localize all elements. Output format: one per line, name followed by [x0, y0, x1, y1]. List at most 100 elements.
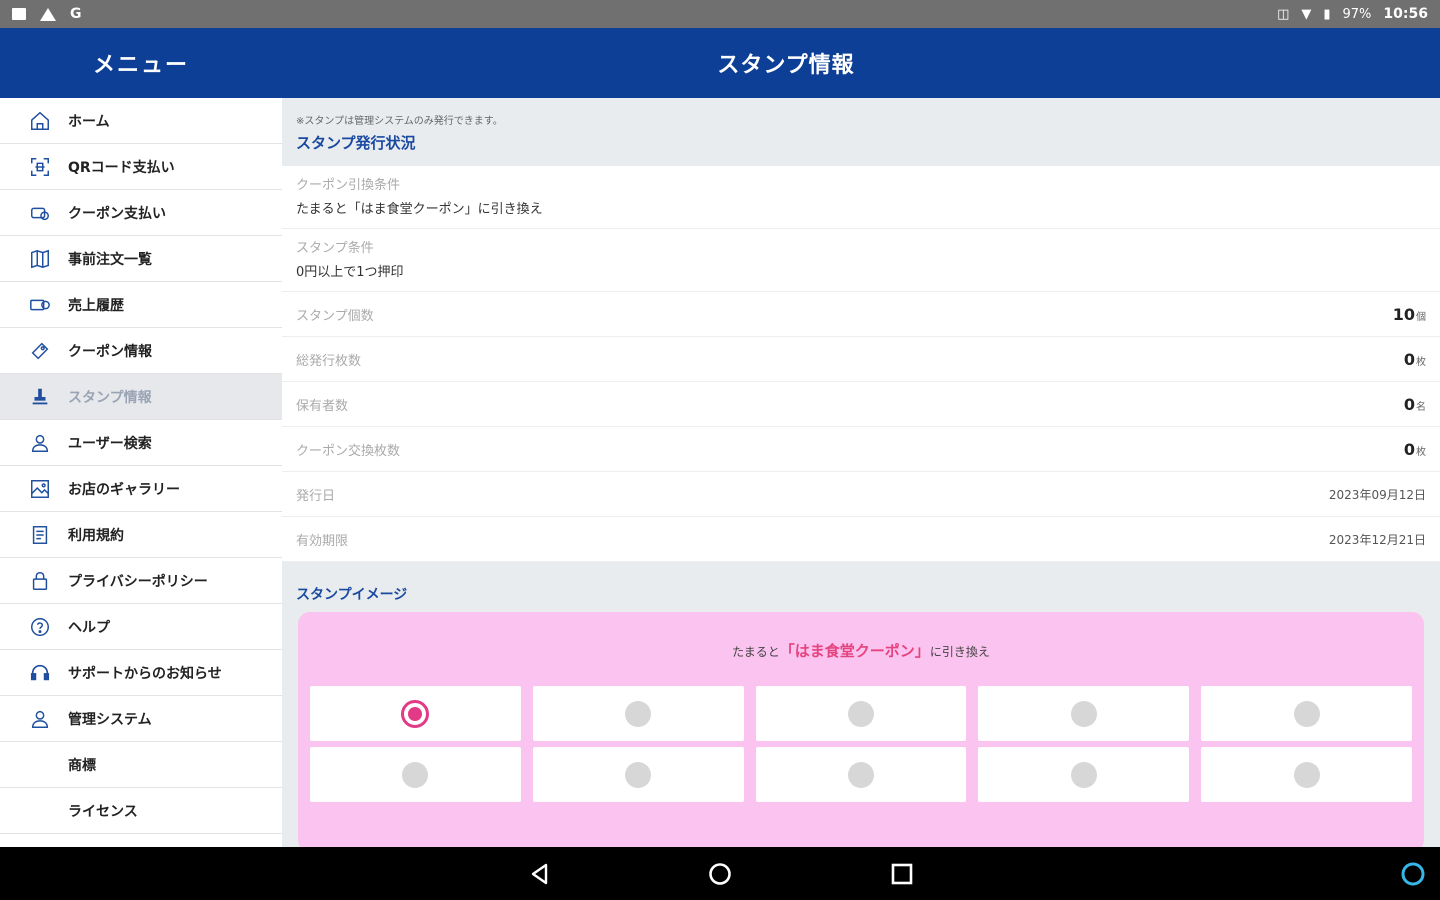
stamp-slot [310, 747, 521, 802]
terms-icon [28, 523, 52, 547]
sidebar-item-trademark[interactable]: 商標 [0, 742, 282, 788]
stamp-grid [310, 686, 1412, 802]
sidebar-item-qr-payment[interactable]: QRコード支払い [0, 144, 282, 190]
sidebar-item-label: サポートからのお知らせ [68, 665, 222, 682]
sidebar-item-label: クーポン支払い [68, 205, 166, 222]
page-title: スタンプ情報 [717, 53, 855, 78]
issue-date-row: 発行日 2023年09月12日 [282, 472, 1440, 517]
sidebar-item-label: 商標 [68, 757, 96, 774]
row-value: 0枚 [1403, 439, 1426, 459]
person-icon [28, 707, 52, 731]
row-value: 2023年12月21日 [1328, 532, 1426, 547]
row-label: 発行日 [296, 488, 336, 504]
issue-section-title: スタンプ発行状況 [296, 134, 416, 152]
sidebar-item-label: 事前注文一覧 [68, 251, 152, 268]
stamp-card: たまると「はま食堂クーポン」に引き換え [298, 612, 1424, 847]
row-label: 有効期限 [296, 533, 349, 549]
home-circle-icon[interactable] [707, 861, 733, 887]
sidebar-item-admin-system[interactable]: 管理システム [0, 696, 282, 742]
sidebar-item-home[interactable]: ホーム [0, 98, 282, 144]
expiry-date-row: 有効期限 2023年12月21日 [282, 517, 1440, 562]
sidebar-item-help[interactable]: ヘルプ [0, 604, 282, 650]
coupon-name: 「はま食堂クーポン」 [779, 642, 930, 660]
sidebar-item-coupon-payment[interactable]: クーポン支払い [0, 190, 282, 236]
sidebar-item-stamp-info[interactable]: スタンプ情報 [0, 374, 282, 420]
row-label: クーポン交換枚数 [296, 443, 401, 459]
row-value: 2023年09月12日 [1328, 487, 1426, 502]
clock: 10:56 [1383, 6, 1428, 22]
stamp-slot [755, 747, 967, 802]
coupon-condition-label: クーポン引換条件 [296, 178, 401, 193]
status-right: ◫ ▼ ▮ 97% 10:56 [1277, 6, 1428, 22]
sales-icon [28, 293, 52, 317]
sidebar-item-user-search[interactable]: ユーザー検索 [0, 420, 282, 466]
holders-row: 保有者数 0名 [282, 382, 1440, 427]
sidebar-item-label: お店のギャラリー [68, 481, 180, 498]
vibrate-icon: ◫ [1277, 6, 1290, 22]
empty-stamp-dot [1070, 700, 1097, 727]
app-header: メニュー スタンプ情報 [0, 28, 1440, 98]
issue-notice: ※スタンプは管理システムのみ発行できます。 [296, 116, 503, 127]
row-label: 保有者数 [296, 398, 349, 414]
stamp-slot [310, 686, 521, 741]
map-icon [28, 247, 52, 271]
row-value: 0名 [1403, 394, 1426, 414]
sidebar-item-terms[interactable]: 利用規約 [0, 512, 282, 558]
empty-stamp-dot [402, 761, 429, 788]
status-left: G [12, 6, 82, 22]
sidebar-item-license[interactable]: ライセンス [0, 788, 282, 834]
lock-icon [28, 569, 52, 593]
headset-icon [28, 661, 52, 685]
stamp-count-row: スタンプ個数 10個 [282, 292, 1440, 337]
sidebar-item-label: 売上履歴 [68, 297, 124, 314]
help-icon [28, 615, 52, 639]
row-label: 総発行枚数 [296, 353, 362, 369]
stamp-image-section-title: スタンプイメージ [296, 587, 408, 603]
sidebar-item-label: スタンプ情報 [68, 389, 152, 406]
battery-icon: ▮ [1323, 6, 1331, 22]
coupon-condition-value: たまると「はま食堂クーポン」に引き換え [282, 192, 1440, 229]
total-issued-row: 総発行枚数 0枚 [282, 337, 1440, 382]
sidebar-item-label: ホーム [68, 113, 110, 130]
stamped-mark-icon [401, 699, 430, 728]
coupon-pay-icon [28, 201, 52, 225]
back-icon[interactable] [527, 861, 553, 887]
sidebar-item-label: プライバシーポリシー [68, 573, 208, 590]
row-label: スタンプ個数 [296, 308, 374, 324]
row-value: 0枚 [1403, 349, 1426, 369]
battery-level: 97% [1342, 6, 1372, 22]
sidebar-item-label: ユーザー検索 [68, 435, 152, 452]
stamp-slot [1201, 686, 1412, 741]
sidebar-item-gallery[interactable]: お店のギャラリー [0, 466, 282, 512]
coupon-icon [28, 339, 52, 363]
sidebar-item-sales-history[interactable]: 売上履歴 [0, 282, 282, 328]
sidebar-item-label: 管理システム [68, 711, 152, 728]
sidebar-item-label: ヘルプ [68, 619, 110, 636]
sidebar-item-label: ライセンス [68, 803, 138, 820]
recents-icon[interactable] [889, 861, 915, 887]
empty-stamp-dot [847, 700, 874, 727]
sidebar-item-privacy[interactable]: プライバシーポリシー [0, 558, 282, 604]
empty-stamp-dot [1293, 700, 1320, 727]
empty-stamp-dot [847, 761, 874, 788]
user-search-icon [28, 431, 52, 455]
status-bar: G ◫ ▼ ▮ 97% 10:56 [0, 0, 1440, 28]
empty-stamp-dot [625, 700, 652, 727]
empty-stamp-dot [1293, 761, 1320, 788]
sidebar-item-preorders[interactable]: 事前注文一覧 [0, 236, 282, 282]
sidebar: ホーム QRコード支払い クーポン支払い 事前注文一覧 売上履歴 クーポン情報 … [0, 98, 282, 847]
stamp-slot [532, 747, 744, 802]
empty-stamp-dot [625, 761, 652, 788]
assistant-icon[interactable] [1400, 861, 1426, 887]
sidebar-item-support-news[interactable]: サポートからのお知らせ [0, 650, 282, 696]
stamp-slot [1201, 747, 1412, 802]
gallery-icon [28, 477, 52, 501]
sidebar-item-label: 利用規約 [68, 527, 124, 544]
sidebar-item-coupon-info[interactable]: クーポン情報 [0, 328, 282, 374]
stamp-condition-label: スタンプ条件 [296, 241, 374, 256]
wifi-icon: ▼ [1301, 6, 1312, 22]
google-icon: G [70, 6, 82, 22]
menu-title: メニュー [92, 53, 189, 78]
warning-icon [40, 7, 56, 21]
sidebar-item-label: クーポン情報 [68, 343, 152, 360]
